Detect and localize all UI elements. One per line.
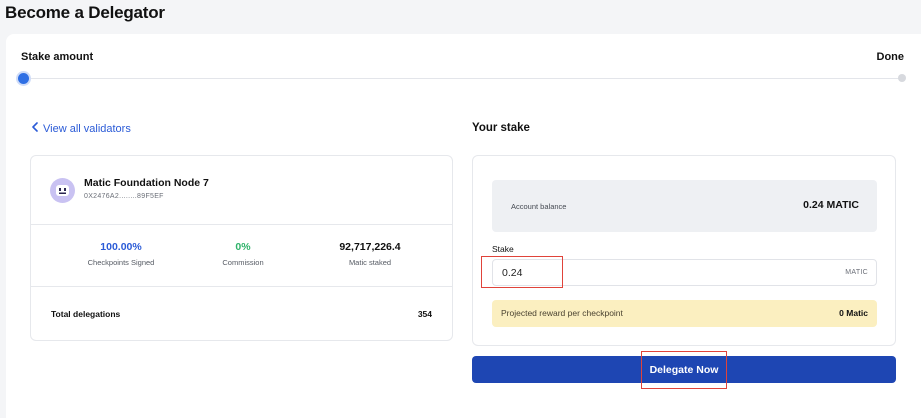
step-done-dot [898, 74, 906, 82]
projected-reward-value: 0 Matic [839, 308, 868, 318]
stat-label: Commission [222, 258, 264, 267]
stake-amount-input[interactable] [495, 262, 785, 283]
stat-label: Checkpoints Signed [87, 258, 155, 267]
delegate-now-button[interactable]: Delegate Now [472, 356, 896, 383]
stat-value: 92,717,226.4 [339, 241, 401, 253]
stat-matic-staked: 92,717,226.4 Matic staked [300, 241, 440, 267]
view-all-validators-label: View all validators [43, 122, 131, 135]
validator-header: Matic Foundation Node 7 0X2476A2........… [31, 156, 452, 225]
total-delegations-value: 354 [417, 309, 432, 319]
step-stake-amount-label: Stake amount [21, 51, 94, 63]
projected-reward-label: Projected reward per checkpoint [501, 308, 623, 318]
stake-card: Account balance 0.24 MATIC Stake MATIC P… [472, 155, 896, 346]
stat-value: 100.00% [100, 241, 142, 253]
view-all-validators-link[interactable]: View all validators [31, 122, 131, 135]
stepper-track [22, 78, 902, 79]
account-balance-box: Account balance 0.24 MATIC [492, 180, 877, 232]
projected-reward-box: Projected reward per checkpoint 0 Matic [492, 300, 877, 327]
total-delegations-label: Total delegations [51, 309, 121, 319]
stat-value: 0% [235, 241, 251, 253]
stat-commission: 0% Commission [173, 241, 313, 267]
robot-avatar-icon [50, 178, 75, 203]
chevron-left-icon [31, 122, 39, 135]
page-title: Become a Delegator [5, 3, 165, 22]
stake-unit-label: MATIC [845, 269, 868, 276]
validator-card: Matic Foundation Node 7 0X2476A2........… [30, 155, 453, 341]
validator-address: 0X2476A2........89F5EF [84, 193, 164, 200]
stat-label: Matic staked [348, 258, 392, 267]
stake-label: Stake [492, 244, 514, 254]
total-delegations-row: Total delegations 354 [31, 287, 452, 342]
step-done-label: Done [876, 51, 905, 63]
stat-checkpoints-signed: 100.00% Checkpoints Signed [51, 241, 191, 267]
your-stake-title: Your stake [472, 122, 530, 134]
validator-stats: 100.00% Checkpoints Signed 0% Commission… [31, 225, 452, 287]
step-stake-amount-dot [18, 73, 29, 84]
account-balance-value: 0.24 MATIC [803, 199, 859, 211]
account-balance-label: Account balance [511, 202, 567, 211]
stake-input-container: MATIC [492, 259, 877, 286]
validator-name: Matic Foundation Node 7 [84, 177, 209, 189]
